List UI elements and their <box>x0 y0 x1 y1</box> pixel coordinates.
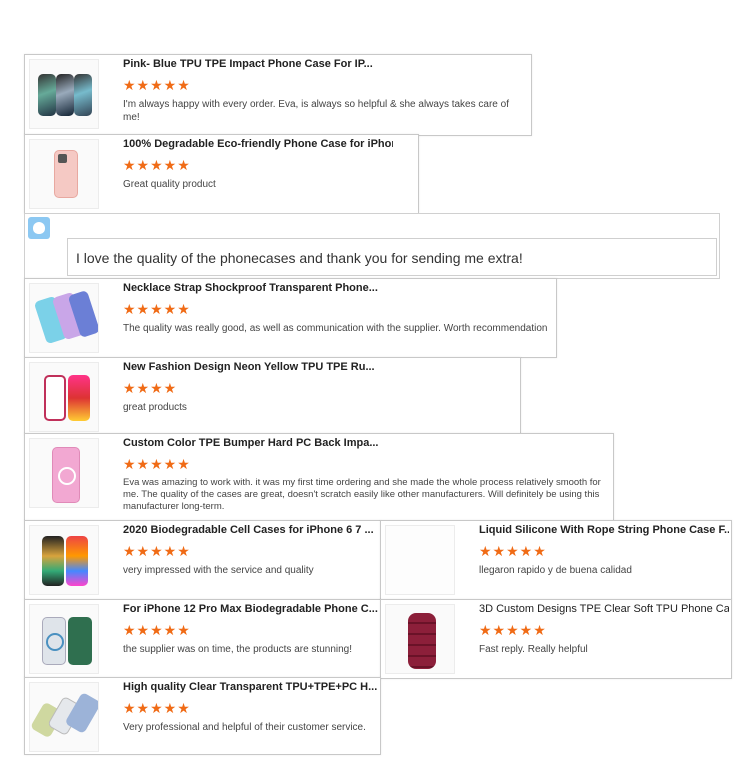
message-bubble: I love the quality of the phonecases and… <box>67 238 717 276</box>
product-title[interactable]: High quality Clear Transparent TPU+TPE+P… <box>123 681 378 693</box>
review-text: the supplier was on time, the products a… <box>123 644 353 655</box>
review-text: llegaron rapido y de buena calidad <box>479 565 632 576</box>
phone-case-thumbnail-icon <box>385 525 455 595</box>
review-card[interactable]: Custom Color TPE Bumper Hard PC Back Imp… <box>24 433 614 521</box>
review-text: The quality was really good, as well as … <box>123 323 548 334</box>
review-text: very impressed with the service and qual… <box>123 565 314 576</box>
review-card[interactable]: New Fashion Design Neon Yellow TPU TPE R… <box>24 357 521 435</box>
review-card[interactable]: High quality Clear Transparent TPU+TPE+P… <box>24 677 381 755</box>
phone-case-thumbnail-icon <box>29 604 99 674</box>
review-text: Fast reply. Really helpful <box>479 644 588 655</box>
rating-stars: ★★★★★ <box>123 700 191 716</box>
product-title[interactable]: Custom Color TPE Bumper Hard PC Back Imp… <box>123 437 383 449</box>
phone-case-thumbnail-icon <box>29 682 99 752</box>
product-title[interactable]: Pink- Blue TPU TPE Impact Phone Case For… <box>123 58 383 70</box>
product-title[interactable]: 2020 Biodegradable Cell Cases for iPhone… <box>123 524 378 536</box>
review-text: Eva was amazing to work with. it was my … <box>123 477 601 512</box>
rating-stars: ★★★★★ <box>123 543 191 559</box>
review-card[interactable]: Necklace Strap Shockproof Transparent Ph… <box>24 278 557 358</box>
product-title[interactable]: New Fashion Design Neon Yellow TPU TPE R… <box>123 361 383 373</box>
product-title[interactable]: Necklace Strap Shockproof Transparent Ph… <box>123 282 383 294</box>
rating-stars: ★★★★★ <box>123 301 191 317</box>
review-card[interactable]: Pink- Blue TPU TPE Impact Phone Case For… <box>24 54 532 136</box>
phone-case-thumbnail-icon <box>385 604 455 674</box>
phone-case-thumbnail-icon <box>29 525 99 595</box>
rating-stars: ★★★★★ <box>479 543 547 559</box>
review-text: I'm always happy with every order. Eva, … <box>123 99 509 123</box>
review-text: Great quality product <box>123 179 216 190</box>
rating-stars: ★★★★★ <box>123 77 191 93</box>
review-text: great products <box>123 402 187 413</box>
phone-case-thumbnail-icon <box>29 59 99 129</box>
rating-stars: ★★★★★ <box>479 622 547 638</box>
phone-case-thumbnail-icon <box>29 139 99 209</box>
rating-stars: ★★★★★ <box>123 622 191 638</box>
rating-stars: ★★★★ <box>123 380 178 396</box>
review-card[interactable]: Liquid Silicone With Rope String Phone C… <box>380 520 732 600</box>
product-title[interactable]: Liquid Silicone With Rope String Phone C… <box>479 524 729 536</box>
review-card[interactable]: 100% Degradable Eco-friendly Phone Case … <box>24 134 419 214</box>
chat-avatar-icon <box>28 217 50 239</box>
review-text: Very professional and helpful of their c… <box>123 722 366 733</box>
product-title[interactable]: For iPhone 12 Pro Max Biodegradable Phon… <box>123 603 378 615</box>
review-card[interactable]: 3D Custom Designs TPE Clear Soft TPU Pho… <box>380 599 732 679</box>
rating-stars: ★★★★★ <box>123 157 191 173</box>
phone-case-thumbnail-icon <box>29 362 99 432</box>
review-card[interactable]: 2020 Biodegradable Cell Cases for iPhone… <box>24 520 381 600</box>
rating-stars: ★★★★★ <box>123 456 191 472</box>
product-title[interactable]: 100% Degradable Eco-friendly Phone Case … <box>123 138 393 150</box>
product-title[interactable]: 3D Custom Designs TPE Clear Soft TPU Pho… <box>479 603 729 615</box>
review-card[interactable]: For iPhone 12 Pro Max Biodegradable Phon… <box>24 599 381 679</box>
phone-case-thumbnail-icon <box>29 438 99 508</box>
customer-message-card: I love the quality of the phonecases and… <box>24 213 720 279</box>
phone-case-thumbnail-icon <box>29 283 99 353</box>
